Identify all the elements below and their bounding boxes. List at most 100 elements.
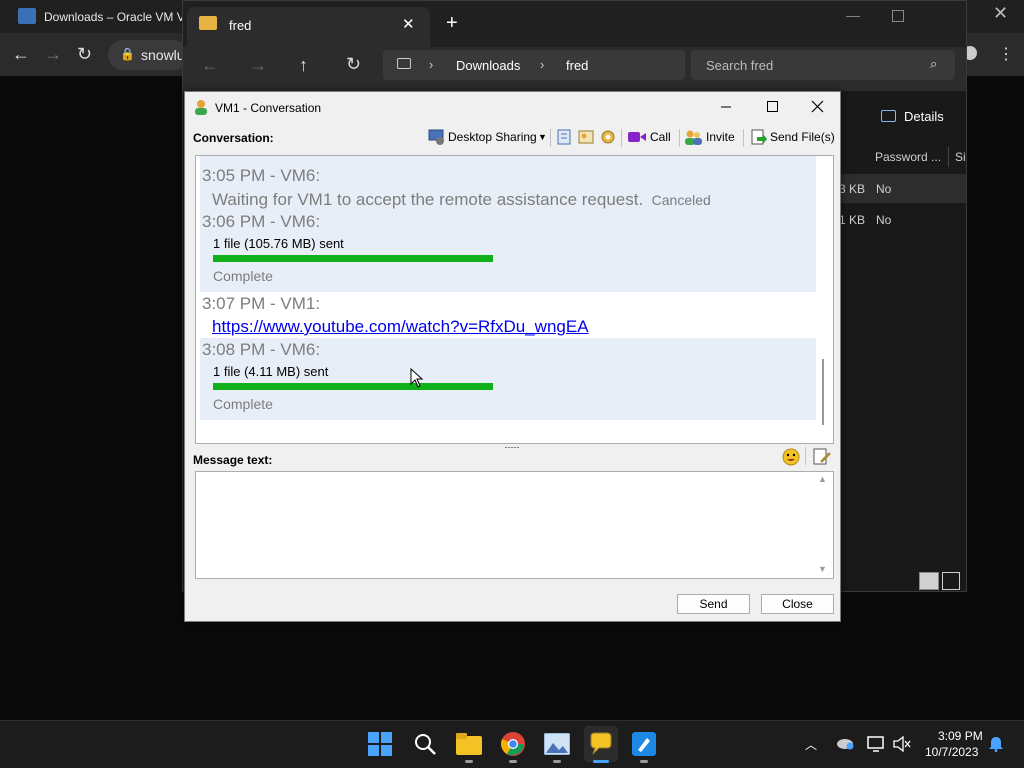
settings-gear-icon[interactable]	[600, 129, 616, 145]
back-icon[interactable]: ←	[12, 44, 30, 65]
column-header-password[interactable]: Password ...	[875, 150, 941, 164]
row-size: 3 KB	[839, 182, 866, 196]
running-indicator	[640, 760, 648, 763]
lock-icon: 🔒	[120, 47, 135, 61]
tab-close-icon[interactable]: ✕	[402, 15, 415, 33]
nav-forward-icon[interactable]: →	[249, 55, 267, 76]
column-header-size[interactable]: Si	[955, 150, 966, 164]
progress-bar	[213, 383, 493, 390]
chrome-icon[interactable]	[500, 731, 526, 757]
toolbar-divider	[805, 447, 806, 465]
details-view-icon[interactable]	[919, 572, 939, 590]
close-button[interactable]: Close	[761, 594, 834, 614]
splitter-handle[interactable]	[505, 446, 519, 449]
nav-refresh-icon[interactable]: ↻	[346, 54, 361, 75]
browser-close-icon[interactable]: ✕	[993, 3, 1008, 24]
user-icon	[194, 99, 208, 115]
message-header: 3:08 PM - VM6:	[202, 340, 321, 359]
explorer-tab[interactable]	[187, 7, 430, 47]
close-window-button[interactable]	[795, 92, 841, 122]
forward-icon[interactable]: →	[44, 44, 62, 65]
contact-card-icon[interactable]	[578, 129, 594, 145]
progress-bar	[213, 255, 493, 262]
message-status: Canceled	[651, 192, 711, 208]
notes-icon[interactable]	[556, 129, 572, 145]
message-text: Waiting for VM1 to accept the remote ass…	[212, 190, 644, 209]
explorer-maximize-icon[interactable]	[892, 10, 904, 22]
chevron-down-icon[interactable]: ▼	[538, 132, 547, 142]
message-header: 3:06 PM - VM6:	[202, 212, 321, 231]
conversation-history[interactable]: 3:05 PM - VM6: Waiting for VM1 to accept…	[195, 155, 834, 444]
explorer-tab-title: fred	[229, 18, 252, 33]
desktop-sharing-icon[interactable]	[428, 128, 446, 146]
transfer-status: Complete	[213, 396, 273, 412]
format-text-icon[interactable]	[813, 448, 831, 466]
this-pc-icon	[397, 58, 411, 69]
chat-app-icon[interactable]	[589, 732, 613, 756]
paint-icon[interactable]	[632, 732, 656, 756]
message-input[interactable]	[195, 471, 834, 579]
message-header: 3:05 PM - VM6:	[202, 166, 321, 185]
scroll-up-icon[interactable]: ▲	[818, 474, 827, 484]
row-password: No	[876, 182, 892, 196]
send-button[interactable]: Send	[677, 594, 750, 614]
conversation-dialog: VM1 - Conversation Conversation: Desktop…	[184, 91, 841, 622]
breadcrumb-fred[interactable]: fred	[566, 58, 588, 73]
menu-icon[interactable]: ⋮	[998, 44, 1014, 64]
breadcrumb-downloads[interactable]: Downloads	[456, 58, 520, 73]
row-password: No	[876, 213, 892, 227]
volume-muted-icon[interactable]	[893, 736, 911, 752]
nav-up-icon[interactable]: ↑	[299, 55, 308, 76]
maximize-button[interactable]	[749, 92, 795, 122]
notification-bell-icon[interactable]	[988, 736, 1004, 752]
invite-button[interactable]: Invite	[706, 130, 735, 144]
column-divider[interactable]	[948, 147, 949, 167]
search-icon[interactable]	[413, 732, 437, 756]
clock-time[interactable]: 3:09 PM	[938, 729, 983, 743]
active-indicator	[593, 760, 609, 763]
desktop-sharing-button[interactable]: Desktop Sharing	[448, 130, 537, 144]
invite-users-icon[interactable]	[684, 129, 702, 145]
browser-tab-title[interactable]: Downloads – Oracle VM V	[44, 10, 185, 24]
toolbar-divider	[621, 129, 622, 147]
new-tab-icon[interactable]: +	[446, 12, 458, 35]
folder-icon	[199, 16, 217, 30]
network-icon[interactable]	[867, 736, 885, 752]
chevron-up-icon[interactable]: ︿	[805, 736, 817, 753]
search-placeholder[interactable]: Search fred	[706, 58, 773, 73]
search-icon[interactable]: ⌕	[930, 56, 937, 72]
toolbar-divider	[679, 129, 680, 147]
minimize-button[interactable]	[703, 92, 749, 122]
row-size: 1 KB	[839, 213, 866, 227]
address-text[interactable]: snowlu	[141, 47, 185, 63]
emoticon-icon[interactable]	[782, 448, 800, 466]
call-button[interactable]: Call	[650, 130, 671, 144]
history-scrollbar[interactable]	[816, 156, 833, 443]
tiles-view-icon[interactable]	[942, 572, 960, 590]
mouse-cursor-icon	[410, 368, 424, 388]
virtualbox-icon	[18, 8, 36, 24]
photos-icon[interactable]	[544, 733, 570, 755]
nav-back-icon[interactable]: ←	[201, 55, 219, 76]
details-button[interactable]: Details	[904, 109, 944, 124]
message-body: Waiting for VM1 to accept the remote ass…	[212, 190, 711, 210]
send-file-icon[interactable]	[751, 129, 767, 145]
video-call-icon[interactable]	[628, 131, 646, 143]
scrollbar-thumb[interactable]	[822, 359, 824, 425]
progress-track	[213, 383, 493, 390]
windows-start-icon[interactable]	[368, 732, 392, 756]
breadcrumb-chevron-icon: ›	[540, 57, 545, 72]
file-explorer-icon[interactable]	[456, 733, 482, 755]
onedrive-icon[interactable]	[836, 736, 854, 750]
details-pane-icon[interactable]	[881, 110, 896, 122]
scroll-down-icon[interactable]: ▼	[818, 564, 827, 574]
toolbar-divider	[743, 129, 744, 147]
transfer-status: Complete	[213, 268, 273, 284]
message-link[interactable]: https://www.youtube.com/watch?v=RfxDu_wn…	[212, 317, 589, 337]
clock-date[interactable]: 10/7/2023	[925, 745, 978, 759]
dialog-title: VM1 - Conversation	[215, 101, 322, 115]
reload-icon[interactable]: ↻	[77, 44, 92, 65]
explorer-minimize-icon[interactable]: —	[846, 7, 860, 23]
send-files-button[interactable]: Send File(s)	[770, 130, 835, 144]
file-transfer-text: 1 file (105.76 MB) sent	[213, 236, 344, 251]
